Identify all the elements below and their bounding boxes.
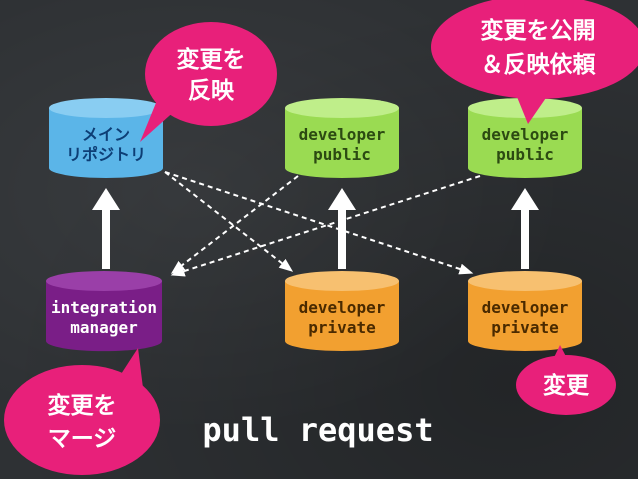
cylinder-label-line-1: developer (482, 125, 569, 144)
bubble-text-line-2: マージ (48, 426, 117, 452)
arrow-integration-to-main (92, 188, 120, 269)
cylinder-label-line-1: developer (299, 125, 386, 144)
bubble-merge: 変更を マージ (4, 348, 160, 475)
cylinder-main-repo: メイン リポジトリ (49, 98, 163, 178)
bubble-text-line-2: ＆反映依頼 (481, 51, 597, 78)
arrow-private-1-to-public-1 (328, 188, 356, 269)
bubble-text-line-1: 変更を公開 (481, 17, 596, 44)
pull-request-arrows (164, 171, 481, 277)
bubble-text-line-1: 変更を (177, 46, 246, 73)
cylinder-integration-manager: integration manager (46, 271, 162, 352)
bubble-text-line-2: 反映 (188, 78, 235, 104)
cylinder-label-line-2: public (496, 145, 554, 164)
bubble-change: 変更 (516, 345, 616, 415)
cylinder-top (468, 271, 582, 291)
bubble-shape (4, 365, 160, 475)
bubble-text-line-1: 変更 (543, 372, 590, 399)
cylinder-private-1: developer private (285, 271, 399, 351)
arrow-public-1-to-integration (170, 175, 299, 274)
cylinder-top (46, 271, 162, 291)
cylinder-label-line-2: manager (70, 318, 137, 337)
cylinder-label-line-1: developer (482, 298, 569, 317)
caption: pull request (202, 411, 433, 449)
cylinder-label-line-1: developer (299, 298, 386, 317)
cylinder-private-2: developer private (468, 271, 582, 351)
cylinder-label-line-2: private (308, 318, 375, 337)
bubble-shape (431, 0, 638, 99)
cylinder-public-1: developer public (285, 98, 399, 178)
cylinder-top (49, 98, 163, 118)
arrow-private-2-to-public-2 (511, 188, 539, 269)
cylinder-top (285, 98, 399, 118)
cylinder-label-line-2: リポジトリ (66, 145, 146, 164)
cylinder-label-line-2: private (491, 318, 558, 337)
git-workflow-diagram: メイン リポジトリ developer public developer pub… (4, 0, 638, 475)
bubble-text-line-1: 変更を (48, 392, 117, 419)
cylinder-label-line-1: メイン (82, 125, 130, 144)
bubble-publish: 変更を公開 ＆反映依頼 (431, 0, 638, 124)
bubble-shape (145, 22, 277, 126)
cylinder-top (285, 271, 399, 291)
arrow-main-to-private-2 (164, 171, 474, 275)
cylinder-label-line-2: public (313, 145, 371, 164)
cylinder-label-line-1: integration (51, 298, 157, 317)
